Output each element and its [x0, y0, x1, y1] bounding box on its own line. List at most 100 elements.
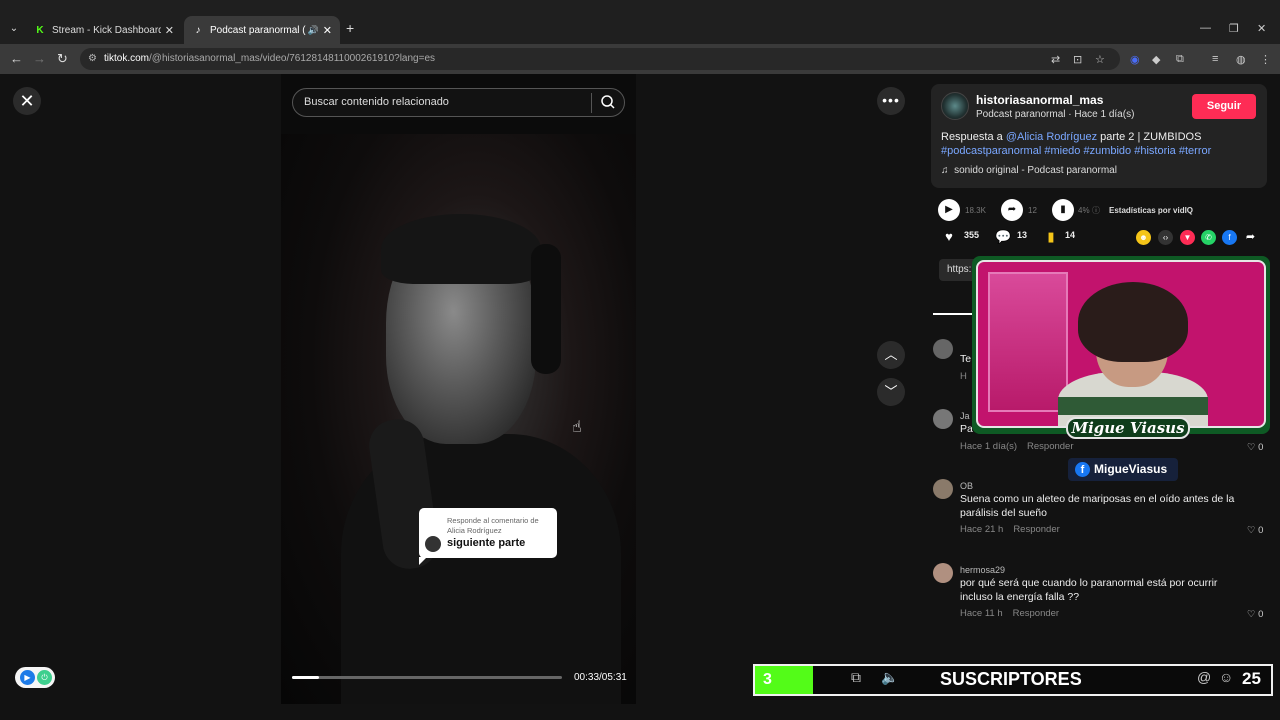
floating-extension-widget[interactable]: ▶ ⏻ — [15, 667, 55, 688]
maximize-icon[interactable]: ❐ — [1229, 22, 1239, 35]
music-note-icon: ♫ — [941, 165, 949, 176]
author-username[interactable]: historiasanormal_mas — [976, 93, 1103, 107]
comment-like[interactable]: ♡ 0 — [1247, 525, 1263, 536]
video-headphone — [531, 244, 561, 374]
play-count-icon: ▶ — [938, 199, 960, 221]
comment-text: Suena como un aleteo de mariposas en el … — [960, 493, 1235, 519]
facebook-handle: MigueViasus — [1094, 462, 1168, 476]
avatar[interactable] — [933, 409, 953, 429]
info-icon[interactable]: ⓘ — [1092, 205, 1100, 216]
sound-link[interactable]: ♫ sonido original - Podcast paranormal — [941, 165, 1117, 176]
play-count: 18.3K — [965, 206, 986, 215]
previous-video-button[interactable]: ︿ — [877, 341, 905, 369]
speaker-icon[interactable]: 🔊 — [308, 25, 319, 36]
close-tab-icon[interactable]: ✕ — [165, 24, 174, 37]
comment-like-count: 0 — [1258, 609, 1264, 620]
bookmark-star-icon[interactable]: ☆ — [1095, 53, 1105, 66]
comment-author[interactable]: Ja — [960, 411, 970, 421]
next-video-button[interactable]: ﹀ — [877, 378, 905, 406]
media-control-icon[interactable]: ≡ — [1212, 53, 1218, 65]
avatar[interactable] — [933, 339, 953, 359]
new-tab-icon[interactable]: + — [346, 20, 354, 36]
follow-button[interactable]: Seguir — [1192, 94, 1256, 119]
comment-like-count: 0 — [1258, 525, 1264, 536]
like-heart-icon[interactable]: ♥ — [941, 229, 957, 245]
share-arrow-icon[interactable]: ➦ — [1243, 230, 1258, 245]
extensions-puzzle-icon[interactable]: ⧉ — [1176, 53, 1184, 66]
extension-diamond-icon[interactable]: ◆ — [1152, 53, 1160, 66]
video-progress-bar[interactable] — [292, 676, 562, 679]
url-path: /@historiasanormal_mas/video/76128148110… — [149, 53, 436, 64]
author-avatar[interactable] — [941, 92, 969, 120]
profile-avatar[interactable]: ◍ — [1236, 53, 1246, 66]
whatsapp-icon[interactable]: ✆ — [1201, 230, 1216, 245]
sound-label: sonido original - Podcast paranormal — [954, 165, 1117, 176]
comment-text: por qué será que cuando lo paranormal es… — [960, 577, 1218, 603]
description-suffix: parte 2 | ZUMBIDOS — [1097, 131, 1202, 143]
forward-icon[interactable]: → — [33, 51, 46, 66]
comment-time: Hace 21 h — [960, 524, 1004, 535]
site-info-icon[interactable]: ⚙ — [88, 48, 97, 70]
extension-blue-icon[interactable]: ◉ — [1130, 53, 1140, 66]
search-icon[interactable] — [600, 94, 616, 110]
reload-icon[interactable]: ↻ — [57, 51, 68, 67]
comment-icon[interactable]: 💬 — [995, 229, 1011, 245]
back-icon[interactable]: ← — [10, 51, 23, 66]
facebook-share-icon[interactable]: f — [1222, 230, 1237, 245]
comment-like[interactable]: ♡ 0 — [1247, 609, 1263, 620]
install-icon[interactable]: ⊡ — [1073, 53, 1082, 66]
search-divider — [591, 93, 592, 113]
reply-button[interactable]: Responder — [1013, 608, 1059, 619]
close-video-button[interactable]: ✕ — [13, 87, 41, 115]
extension-play-icon[interactable]: ▶ — [20, 670, 35, 685]
comment-time: H — [960, 371, 967, 382]
reply-comment-card: Responde al comentario de Alicia Rodrígu… — [419, 508, 557, 565]
facebook-tag: f MigueViasus — [1068, 458, 1178, 481]
translate-icon[interactable]: ⇄ — [1051, 53, 1060, 66]
reply-button[interactable]: Responder — [1027, 441, 1073, 452]
more-options-button[interactable]: ••• — [877, 87, 905, 115]
avatar[interactable] — [933, 479, 953, 499]
tiktok-icon: ♪ — [195, 24, 201, 36]
send-share-icon[interactable]: ▼ — [1180, 230, 1195, 245]
tab-list-chevron-icon[interactable]: ⌄ — [6, 21, 22, 37]
mention-link[interactable]: @Alicia Rodríguez — [1006, 131, 1097, 143]
close-tab-icon[interactable]: ✕ — [323, 24, 332, 37]
reply-card-user: Alicia Rodríguez — [447, 526, 502, 535]
video-player[interactable] — [281, 74, 636, 704]
comment-time: Hace 1 día(s) — [960, 441, 1018, 452]
minimize-icon[interactable]: — — [1200, 22, 1211, 34]
tab-tiktok[interactable]: ♪ Podcast paranormal (@hist 🔊 ✕ — [184, 16, 340, 44]
save-count: 14 — [1065, 230, 1076, 240]
related-search-input[interactable]: Buscar contenido relacionado — [292, 88, 625, 117]
hashtag-links[interactable]: #podcastparanormal #miedo #zumbido #hist… — [941, 145, 1211, 157]
comment-author[interactable]: OB — [960, 481, 973, 491]
extension-power-icon[interactable]: ⏻ — [37, 670, 52, 685]
avatar — [425, 536, 441, 552]
reply-card-label: Responde al comentario de — [447, 516, 539, 525]
browser-tabbar: ⌄ K Stream - Kick Dashboard ✕ ♪ Podcast … — [0, 0, 1280, 44]
collection-share-icon[interactable]: ☻ — [1136, 230, 1151, 245]
embed-icon[interactable]: ‹› — [1158, 230, 1173, 245]
comment-author[interactable]: hermosa29 — [960, 565, 1005, 575]
comment-meta: Hace 1 día(s) Responder — [960, 441, 1074, 452]
volume-icon: 🔈 — [881, 669, 899, 685]
stats-percent: 4% — [1078, 206, 1090, 215]
reply-button[interactable]: Responder — [1013, 524, 1059, 535]
emoji-icon: ☺ — [1219, 669, 1234, 685]
tab-kick-dashboard[interactable]: K Stream - Kick Dashboard ✕ — [26, 16, 182, 44]
comment-like[interactable]: ♡ 0 — [1247, 442, 1263, 453]
video-progress-fill — [292, 676, 319, 679]
facebook-icon: f — [1075, 462, 1090, 477]
webcam-feed — [976, 260, 1266, 428]
tab-title: Podcast paranormal (@hist — [210, 24, 306, 36]
vidiq-label[interactable]: Estadísticas por vidIQ — [1109, 206, 1193, 215]
video-description: Respuesta a @Alicia Rodríguez parte 2 | … — [941, 131, 1201, 143]
avatar[interactable] — [933, 563, 953, 583]
bookmark-icon[interactable]: ▮ — [1043, 229, 1059, 245]
comment-meta: Hace 21 h Responder — [960, 524, 1060, 535]
description-prefix: Respuesta a — [941, 131, 1006, 143]
menu-kebab-icon[interactable]: ⋮ — [1260, 53, 1271, 66]
url-field[interactable]: ⚙ tiktok.com/@historiasanormal_mas/video… — [80, 48, 1120, 70]
window-close-icon[interactable]: ✕ — [1257, 22, 1266, 35]
